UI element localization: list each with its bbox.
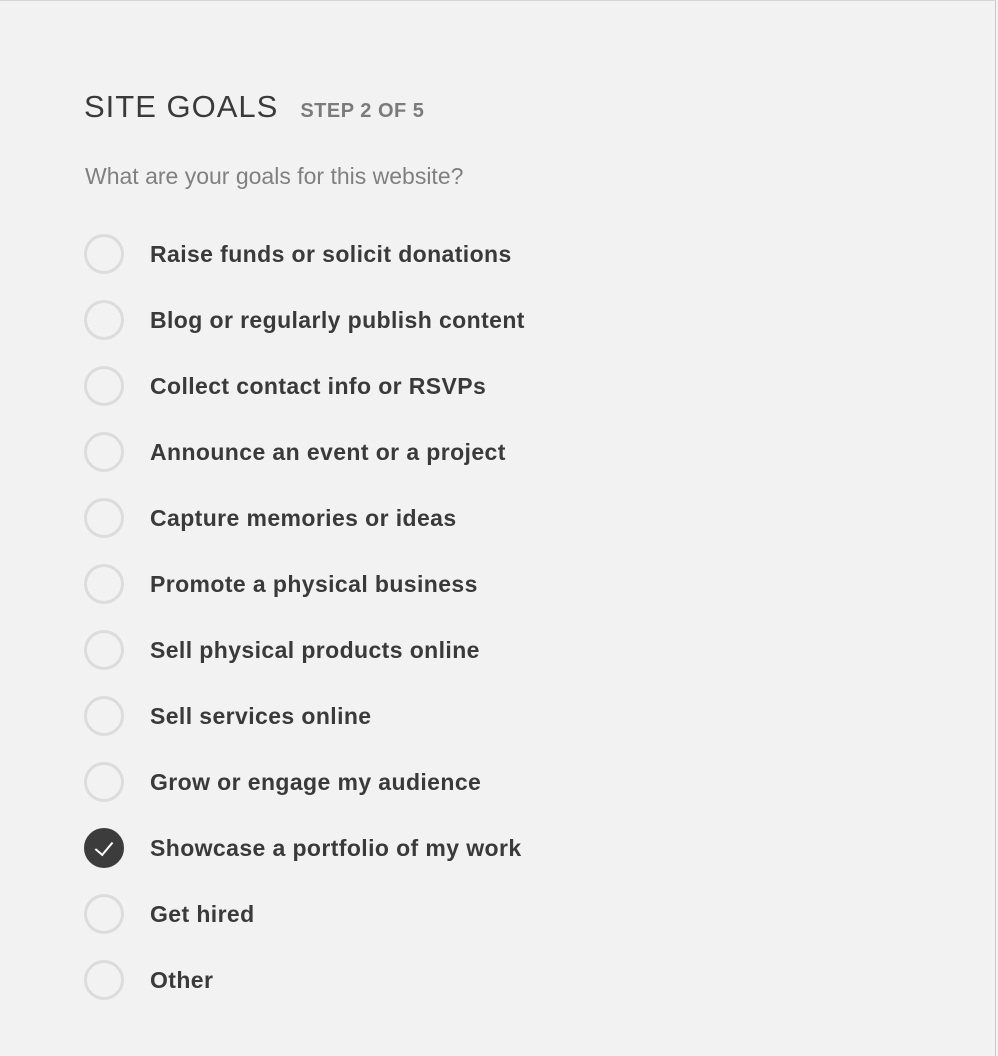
goal-label: Raise funds or solicit donations	[150, 240, 512, 267]
goal-option-sell-products[interactable]: Sell physical products online	[84, 617, 525, 683]
goal-label: Other	[150, 966, 214, 993]
goal-option-grow-audience[interactable]: Grow or engage my audience	[84, 749, 525, 815]
page-title: SITE GOALS	[84, 89, 279, 124]
goals-option-list: Raise funds or solicit donations Blog or…	[84, 221, 525, 1013]
goal-option-raise-funds[interactable]: Raise funds or solicit donations	[84, 221, 525, 287]
goal-checkbox[interactable]	[84, 696, 124, 736]
goal-label: Promote a physical business	[150, 570, 478, 597]
goal-checkbox[interactable]	[84, 366, 124, 406]
goal-checkbox[interactable]	[84, 564, 124, 604]
goal-checkbox[interactable]	[84, 894, 124, 934]
goal-label: Capture memories or ideas	[150, 504, 457, 531]
goal-checkbox[interactable]	[84, 960, 124, 1000]
checkmark-icon	[94, 836, 114, 856]
goal-label: Grow or engage my audience	[150, 768, 482, 795]
goal-checkbox[interactable]	[84, 300, 124, 340]
goal-checkbox[interactable]	[84, 432, 124, 472]
site-goals-panel: SITE GOALS STEP 2 OF 5 What are your goa…	[0, 0, 996, 1056]
goal-label: Blog or regularly publish content	[150, 306, 525, 333]
goal-label: Sell services online	[150, 702, 372, 729]
goal-option-promote-business[interactable]: Promote a physical business	[84, 551, 525, 617]
goal-checkbox[interactable]	[84, 828, 124, 868]
goal-checkbox[interactable]	[84, 762, 124, 802]
goals-question: What are your goals for this website?	[85, 163, 464, 189]
goal-option-announce-event[interactable]: Announce an event or a project	[84, 419, 525, 485]
goal-checkbox[interactable]	[84, 234, 124, 274]
goal-label: Announce an event or a project	[150, 438, 506, 465]
goal-option-showcase-portfolio[interactable]: Showcase a portfolio of my work	[84, 815, 525, 881]
goal-option-capture-memories[interactable]: Capture memories or ideas	[84, 485, 525, 551]
goal-label: Collect contact info or RSVPs	[150, 372, 487, 399]
goal-label: Sell physical products online	[150, 636, 480, 663]
goal-label: Get hired	[150, 900, 255, 927]
step-indicator: STEP 2 OF 5	[300, 100, 425, 122]
goal-checkbox[interactable]	[84, 630, 124, 670]
goal-label: Showcase a portfolio of my work	[150, 834, 522, 861]
goal-checkbox[interactable]	[84, 498, 124, 538]
goal-option-other[interactable]: Other	[84, 947, 525, 1013]
goal-option-blog[interactable]: Blog or regularly publish content	[84, 287, 525, 353]
goal-option-get-hired[interactable]: Get hired	[84, 881, 525, 947]
page-header: SITE GOALS STEP 2 OF 5	[84, 89, 424, 125]
goal-option-sell-services[interactable]: Sell services online	[84, 683, 525, 749]
goal-option-collect-contact[interactable]: Collect contact info or RSVPs	[84, 353, 525, 419]
